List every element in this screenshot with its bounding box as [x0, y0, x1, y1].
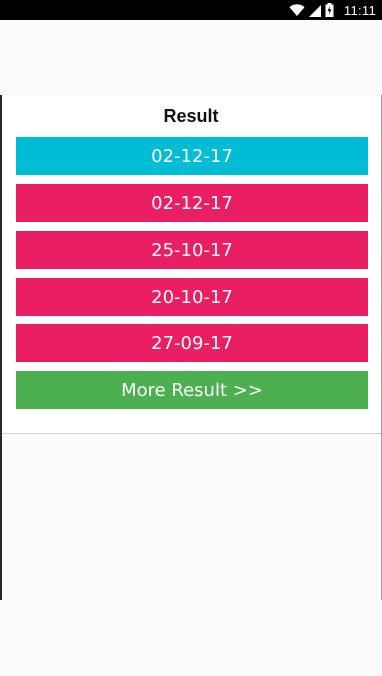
result-date-button[interactable]: 20-10-17	[16, 278, 368, 316]
result-date-button[interactable]: 25-10-17	[16, 231, 368, 269]
wifi-icon	[289, 3, 305, 17]
left-edge-divider	[0, 95, 2, 600]
more-result-button[interactable]: More Result >>	[16, 371, 368, 409]
result-date-button[interactable]: 27-09-17	[16, 324, 368, 362]
signal-icon	[308, 4, 321, 17]
status-time: 11:11	[343, 2, 376, 18]
page-title: Result	[163, 106, 219, 126]
battery-charging-icon	[325, 3, 334, 17]
result-date-button[interactable]: 02-12-17	[16, 137, 368, 175]
result-date-button[interactable]: 02-12-17	[16, 184, 368, 222]
status-bar: 11:11	[0, 0, 382, 20]
